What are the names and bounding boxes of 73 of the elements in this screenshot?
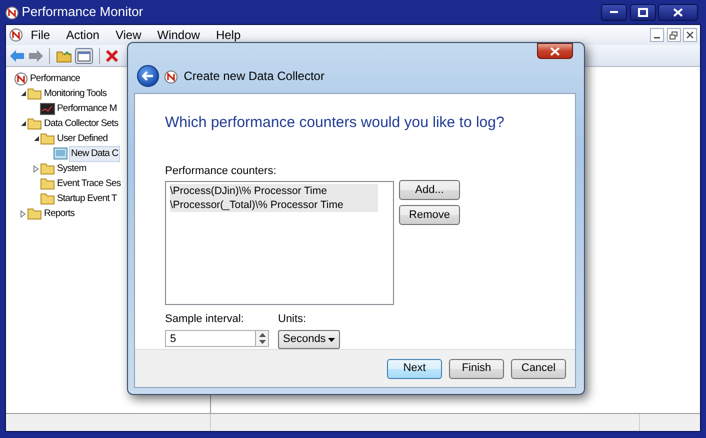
tree-item[interactable]: User Defined <box>56 132 109 146</box>
maximize-button[interactable] <box>630 4 656 20</box>
interval-field[interactable]: 5 <box>165 330 255 347</box>
back-button[interactable] <box>136 65 159 88</box>
close-icon <box>673 8 684 16</box>
folder-icon <box>27 207 42 220</box>
cancel-button[interactable]: Cancel <box>511 358 566 378</box>
tree-item[interactable]: New Data C <box>69 146 120 162</box>
folder-icon <box>40 177 55 190</box>
dialog-heading: Which performance counters would you like to log? <box>165 113 506 134</box>
folder-icon <box>40 132 55 145</box>
folder-icon <box>27 87 42 100</box>
folder-icon <box>27 117 42 130</box>
tree-item[interactable]: Data Collector Sets <box>43 116 120 130</box>
tree-item[interactable]: Event Trace Ses <box>56 176 122 190</box>
finish-button[interactable]: Finish <box>449 358 504 378</box>
minimize-button[interactable] <box>600 4 627 20</box>
collapse-arrow-icon[interactable] <box>32 135 40 142</box>
remove-button[interactable]: Remove <box>399 205 460 226</box>
minimize-button[interactable] <box>650 28 664 42</box>
menu-item[interactable]: Help <box>208 26 249 44</box>
window-title: Performance Monitor <box>22 3 144 22</box>
maximize-icon <box>638 8 648 16</box>
tree-item[interactable]: System <box>56 162 88 176</box>
add-button[interactable]: Add... <box>399 180 460 200</box>
expand-arrow-icon[interactable] <box>33 164 39 172</box>
app-menu-icon <box>8 28 23 42</box>
tree-item[interactable]: Performance <box>29 72 81 86</box>
caret-icon <box>328 338 335 342</box>
performance-icon <box>5 6 19 20</box>
minimize-icon <box>608 10 619 14</box>
tree-item[interactable]: Performance M <box>56 102 118 116</box>
next-button[interactable]: Next <box>387 358 442 378</box>
down-arrow-icon <box>258 340 266 344</box>
console-tree-icon[interactable] <box>74 48 93 64</box>
tree-item[interactable]: Startup Event T <box>56 192 118 206</box>
folder-icon <box>40 162 55 175</box>
restore-icon <box>669 30 678 40</box>
menu-item[interactable]: View <box>107 26 150 44</box>
performance-icon <box>14 72 28 86</box>
data-collector-icon <box>53 147 68 160</box>
delete-icon[interactable] <box>105 48 120 62</box>
folder-icon <box>40 192 55 205</box>
monitor-icon <box>40 102 55 114</box>
forward-arrow-icon[interactable] <box>28 48 44 62</box>
expand-arrow-icon[interactable] <box>20 210 26 218</box>
units-dropdown[interactable]: Seconds <box>278 330 340 349</box>
counter-item[interactable]: \Processor(_Total)\% Processor Time <box>170 198 378 212</box>
up-arrow-icon <box>258 332 266 337</box>
close-icon <box>550 46 560 56</box>
back-arrow-icon[interactable] <box>8 48 25 62</box>
close-button[interactable] <box>658 4 698 20</box>
counter-item[interactable]: \Process(DJin)\% Processor Time <box>170 184 378 198</box>
close-button[interactable] <box>537 43 573 60</box>
counter-list[interactable]: \Process(DJin)\% Processor Time \Processor(_Total)\% Processor Time <box>165 181 394 306</box>
close-button[interactable] <box>683 28 698 42</box>
restore-button[interactable] <box>666 28 680 42</box>
menu-item[interactable]: Window <box>149 26 208 44</box>
tree-item[interactable]: Monitoring Tools <box>43 86 108 100</box>
collapse-arrow-icon[interactable] <box>20 120 26 127</box>
folder-icon[interactable] <box>56 48 72 62</box>
dialog-title: Create new Data Collector <box>184 68 324 86</box>
close-icon <box>686 31 694 39</box>
spin-buttons[interactable] <box>255 330 269 347</box>
field-label: Units: <box>278 312 306 327</box>
performance-icon <box>164 70 178 84</box>
collapse-arrow-icon[interactable] <box>20 90 26 97</box>
menu-item[interactable]: File <box>22 26 58 44</box>
field-label: Sample interval: <box>165 312 244 327</box>
back-arrow-icon <box>142 71 154 82</box>
tree-item[interactable]: Reports <box>43 206 76 220</box>
field-label: Performance counters: <box>165 164 276 177</box>
menu-item[interactable]: Action <box>58 26 108 44</box>
